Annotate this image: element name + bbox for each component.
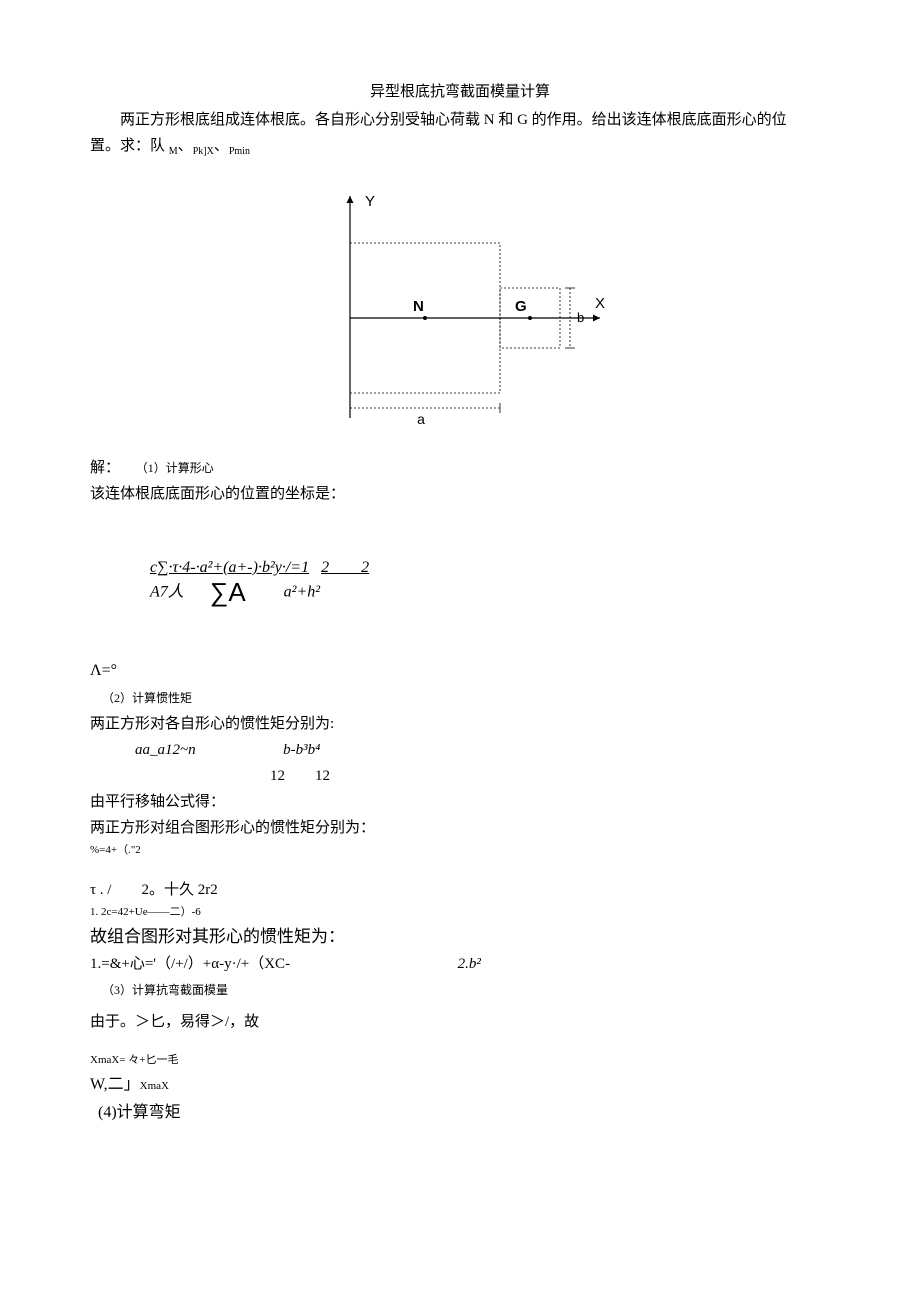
xmax-line: XmaX= 々+匕一毛 bbox=[90, 1052, 830, 1070]
point-g-label: G bbox=[515, 298, 527, 315]
w-xmax: XmaX bbox=[140, 1080, 169, 1092]
sym-pkx: Pk]X bbox=[193, 146, 214, 157]
combined-formula: 1.=&+心='（/+/）+α-y·/+（XC- 2.b² bbox=[90, 952, 830, 976]
inertia-under: 12 12 bbox=[270, 764, 830, 788]
parallel-axis-text: 由平行移轴公式得： bbox=[90, 790, 830, 814]
dim-b-label: b bbox=[577, 310, 584, 325]
dim-a-label: a bbox=[417, 411, 425, 427]
sep2: 、 bbox=[214, 138, 229, 154]
garble-1: %=4+（."2 bbox=[90, 842, 830, 860]
sigma-a-icon: ∑A bbox=[210, 577, 246, 607]
inertia-line: aa_a12~n b-b³b⁴ bbox=[135, 738, 830, 762]
formula1-right: 2 2 bbox=[321, 559, 369, 576]
step2-text2: 两正方形对组合图形形心的惯性矩分别为： bbox=[90, 816, 830, 840]
step1-label: （1）计算形心 bbox=[136, 461, 214, 475]
combined-left: 1.=&+心='（/+/）+α-y·/+（XC- bbox=[90, 956, 290, 972]
sol-label: 解： bbox=[90, 460, 120, 476]
formula1-top: c∑·τ·4-·a²+(a+-)·b²y·/=1 bbox=[150, 559, 309, 576]
point-n-label: N bbox=[413, 298, 424, 315]
axis-x-label: X bbox=[595, 295, 605, 312]
w-line: W,二」XmaX bbox=[90, 1072, 830, 1098]
garble-3: 1. 2c=42+Ue——二）-6 bbox=[90, 904, 830, 922]
formula1-bot-right: a²+h² bbox=[284, 583, 320, 600]
w-prefix: W,二」 bbox=[90, 1076, 140, 1093]
sep1: 、 bbox=[178, 138, 193, 154]
intro-paragraph-2: 置。求：队 M、Pk]X、Pmin bbox=[90, 134, 830, 160]
combined-heading: 故组合图形对其形心的惯性矩为： bbox=[90, 923, 830, 950]
step2-label-line: （2）计算惯性矩 bbox=[90, 686, 830, 710]
step3-label-line: （3）计算抗弯截面模量 bbox=[90, 978, 830, 1002]
page-title: 异型根底抗弯截面模量计算 bbox=[90, 80, 830, 104]
step2-label: （2）计算惯性矩 bbox=[102, 691, 192, 705]
intro-prefix: 置。求：队 bbox=[90, 138, 169, 154]
combined-right: 2.b² bbox=[458, 956, 481, 972]
lambda-line: Λ=° bbox=[90, 658, 830, 684]
step3-text: 由于。＞匕，易得＞/，故 bbox=[90, 1010, 830, 1034]
step4-label: (4)计算弯矩 bbox=[98, 1100, 830, 1126]
inertia-left: aa_a12~n bbox=[135, 742, 196, 758]
sym-pmin: Pmin bbox=[229, 146, 250, 157]
figure-diagram: Y X a b N G bbox=[305, 188, 615, 438]
step1-text: 该连体根底底面形心的位置的坐标是： bbox=[90, 482, 830, 506]
axis-y-label: Y bbox=[365, 193, 375, 210]
intro-paragraph-1: 两正方形根底组成连体根底。各自形心分别受轴心荷载 N 和 G 的作用。给出该连体… bbox=[90, 108, 830, 132]
formula-1: c∑·τ·4-·a²+(a+-)·b²y·/=1 2 2 A7人 ∑A a²+h… bbox=[150, 558, 830, 608]
step3-label: （3）计算抗弯截面模量 bbox=[102, 983, 228, 997]
inertia-right: b-b³b⁴ bbox=[283, 742, 320, 758]
step2-text1: 两正方形对各自形心的惯性矩分别为: bbox=[90, 712, 830, 736]
solution-line: 解： （1）计算形心 bbox=[90, 456, 830, 480]
sym-m: M bbox=[169, 146, 178, 157]
figure-container: Y X a b N G bbox=[90, 188, 830, 446]
diagram-svg: Y X a b N G bbox=[305, 188, 615, 438]
garble-2: τ . / 2。十久 2r2 bbox=[90, 878, 830, 902]
formula1-bot-left: A7人 bbox=[150, 583, 184, 600]
